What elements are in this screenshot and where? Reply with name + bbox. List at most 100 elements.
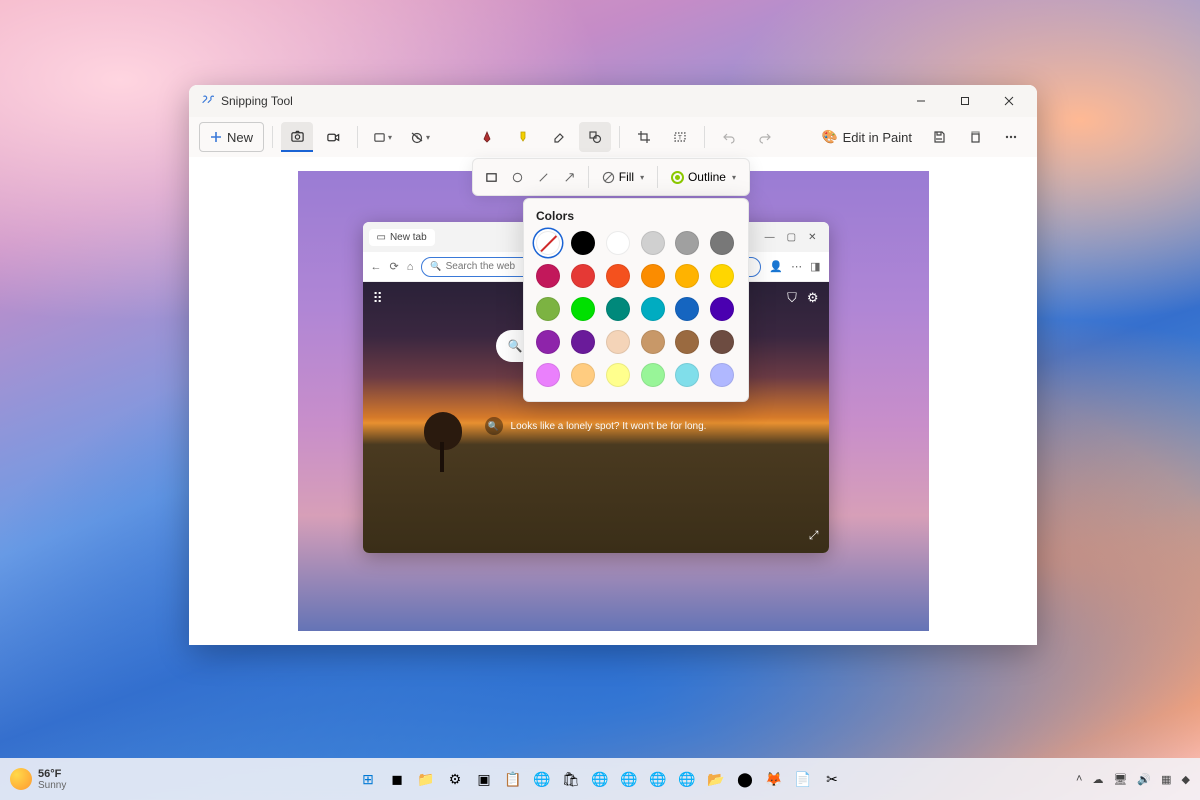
text-actions-button[interactable]: T — [664, 122, 696, 152]
color-swatch-light-yellow[interactable] — [606, 363, 630, 387]
highlighter-tool-button[interactable] — [507, 122, 539, 152]
network-icon[interactable]: 🖥 — [1113, 773, 1127, 786]
copy-button[interactable] — [959, 122, 991, 152]
color-swatch-purple[interactable] — [536, 330, 560, 354]
sidebar-icon: ◨ — [810, 260, 820, 273]
volume-icon[interactable]: 🔊 — [1137, 773, 1151, 786]
paint-icon: 🎨 — [821, 129, 837, 145]
taskbar-snipping[interactable]: ✂ — [819, 766, 845, 792]
color-swatch-dark-gray[interactable] — [710, 231, 734, 255]
color-swatch-peach[interactable] — [606, 330, 630, 354]
tab-page-icon: ▭ — [377, 232, 386, 243]
titlebar: Snipping Tool — [189, 85, 1037, 117]
taskbar-word[interactable]: 📄 — [790, 766, 816, 792]
system-tray[interactable]: ˄ ☁ 🖥 🔊 ▦ ◆ — [1076, 773, 1190, 786]
weather-widget[interactable]: 56°F Sunny — [10, 768, 66, 791]
new-button[interactable]: New — [199, 122, 264, 152]
tray-app-icon[interactable]: ▦ — [1161, 773, 1171, 786]
profile-icon: 👤 — [769, 260, 783, 273]
taskbar-chrome[interactable]: ⬤ — [732, 766, 758, 792]
delay-dropdown[interactable]: ▾ — [403, 122, 437, 152]
expand-icon: ⤢ — [809, 528, 819, 543]
snip-mode-dropdown[interactable]: ▾ — [366, 122, 399, 152]
save-button[interactable] — [923, 122, 955, 152]
color-swatch-light-purple[interactable] — [536, 363, 560, 387]
color-swatch-olive[interactable] — [536, 297, 560, 321]
color-swatch-orange[interactable] — [606, 264, 630, 288]
taskbar-terminal[interactable]: ▣ — [471, 766, 497, 792]
ntp-message: 🔍 Looks like a lonely spot? It won't be … — [485, 417, 707, 435]
color-swatch-amber[interactable] — [675, 264, 699, 288]
taskbar-app-7[interactable]: 📂 — [703, 766, 729, 792]
color-swatch-tan[interactable] — [641, 330, 665, 354]
more-button[interactable] — [995, 122, 1027, 152]
temperature-text: 56°F — [38, 768, 66, 780]
taskbar-store[interactable]: 🛍 — [558, 766, 584, 792]
color-swatch-teal[interactable] — [606, 297, 630, 321]
color-swatch-indigo[interactable] — [710, 297, 734, 321]
color-swatch-light-green[interactable] — [641, 363, 665, 387]
taskbar-edge[interactable]: 🌐 — [529, 766, 555, 792]
color-swatch-black[interactable] — [571, 231, 595, 255]
color-swatch-dark-pink[interactable] — [536, 264, 560, 288]
color-swatch-red[interactable] — [571, 264, 595, 288]
close-button[interactable] — [987, 86, 1031, 116]
undo-button[interactable] — [713, 122, 745, 152]
taskbar-app-1[interactable]: ◼ — [384, 766, 410, 792]
taskbar-center: ⊞ ◼ 📁 ⚙ ▣ 📋 🌐 🛍 🌐 🌐 🌐 🌐 📂 ⬤ 🦊 📄 ✂ — [355, 766, 845, 792]
color-swatch-light-blue[interactable] — [710, 363, 734, 387]
video-mode-button[interactable] — [317, 122, 349, 152]
condition-text: Sunny — [38, 780, 66, 791]
arrow-shape-button[interactable] — [558, 163, 582, 191]
color-swatch-dark-orange[interactable] — [641, 264, 665, 288]
color-swatch-no-color[interactable] — [536, 231, 560, 255]
start-button[interactable]: ⊞ — [355, 766, 381, 792]
browser-tab: ▭ New tab — [369, 229, 435, 246]
taskbar[interactable]: 56°F Sunny ⊞ ◼ 📁 ⚙ ▣ 📋 🌐 🛍 🌐 🌐 🌐 🌐 📂 ⬤ 🦊… — [0, 758, 1200, 800]
sunny-icon — [10, 768, 32, 790]
screenshot-mode-button[interactable] — [281, 122, 313, 152]
onedrive-icon[interactable]: ☁ — [1092, 773, 1103, 786]
circle-shape-button[interactable] — [505, 163, 529, 191]
color-swatch-dark-purple[interactable] — [571, 330, 595, 354]
shapes-tool-button[interactable] — [579, 122, 611, 152]
color-swatch-gray[interactable] — [675, 231, 699, 255]
taskbar-settings[interactable]: ⚙ — [442, 766, 468, 792]
pen-tool-button[interactable] — [471, 122, 503, 152]
shape-toolbar: Fill ▾ Outline ▾ — [472, 158, 750, 196]
color-swatch-green[interactable] — [571, 297, 595, 321]
color-swatch-blue[interactable] — [675, 297, 699, 321]
taskbar-app-2[interactable]: 📋 — [500, 766, 526, 792]
color-swatch-light-cyan[interactable] — [675, 363, 699, 387]
window-controls — [899, 86, 1031, 116]
color-swatch-white[interactable] — [606, 231, 630, 255]
maximize-button[interactable] — [943, 86, 987, 116]
taskbar-app-3[interactable]: 🌐 — [587, 766, 613, 792]
crop-button[interactable] — [628, 122, 660, 152]
apps-grid-icon: ⠿ — [373, 290, 383, 307]
line-shape-button[interactable] — [531, 163, 555, 191]
taskbar-app-6[interactable]: 🌐 — [674, 766, 700, 792]
taskbar-app-4[interactable]: 🌐 — [616, 766, 642, 792]
fill-dropdown[interactable]: Fill ▾ — [595, 163, 651, 191]
minimize-button[interactable] — [899, 86, 943, 116]
taskbar-explorer[interactable]: 📁 — [413, 766, 439, 792]
rectangle-shape-button[interactable] — [479, 163, 503, 191]
color-swatch-light-orange[interactable] — [571, 363, 595, 387]
edit-in-paint-button[interactable]: 🎨 Edit in Paint — [814, 122, 919, 152]
color-swatch-yellow[interactable] — [710, 264, 734, 288]
taskbar-app-5[interactable]: 🌐 — [645, 766, 671, 792]
fill-label: Fill — [619, 170, 634, 184]
color-swatch-brown[interactable] — [675, 330, 699, 354]
back-icon: ← — [371, 261, 382, 273]
tray-misc-icon[interactable]: ◆ — [1182, 773, 1190, 786]
color-swatch-dark-brown[interactable] — [710, 330, 734, 354]
eraser-tool-button[interactable] — [543, 122, 575, 152]
taskbar-firefox[interactable]: 🦊 — [761, 766, 787, 792]
outline-dropdown[interactable]: Outline ▾ — [664, 163, 743, 191]
outline-color-indicator — [671, 171, 684, 184]
tray-chevron-icon[interactable]: ˄ — [1076, 773, 1082, 785]
redo-button[interactable] — [749, 122, 781, 152]
color-swatch-cyan[interactable] — [641, 297, 665, 321]
color-swatch-light-gray[interactable] — [641, 231, 665, 255]
